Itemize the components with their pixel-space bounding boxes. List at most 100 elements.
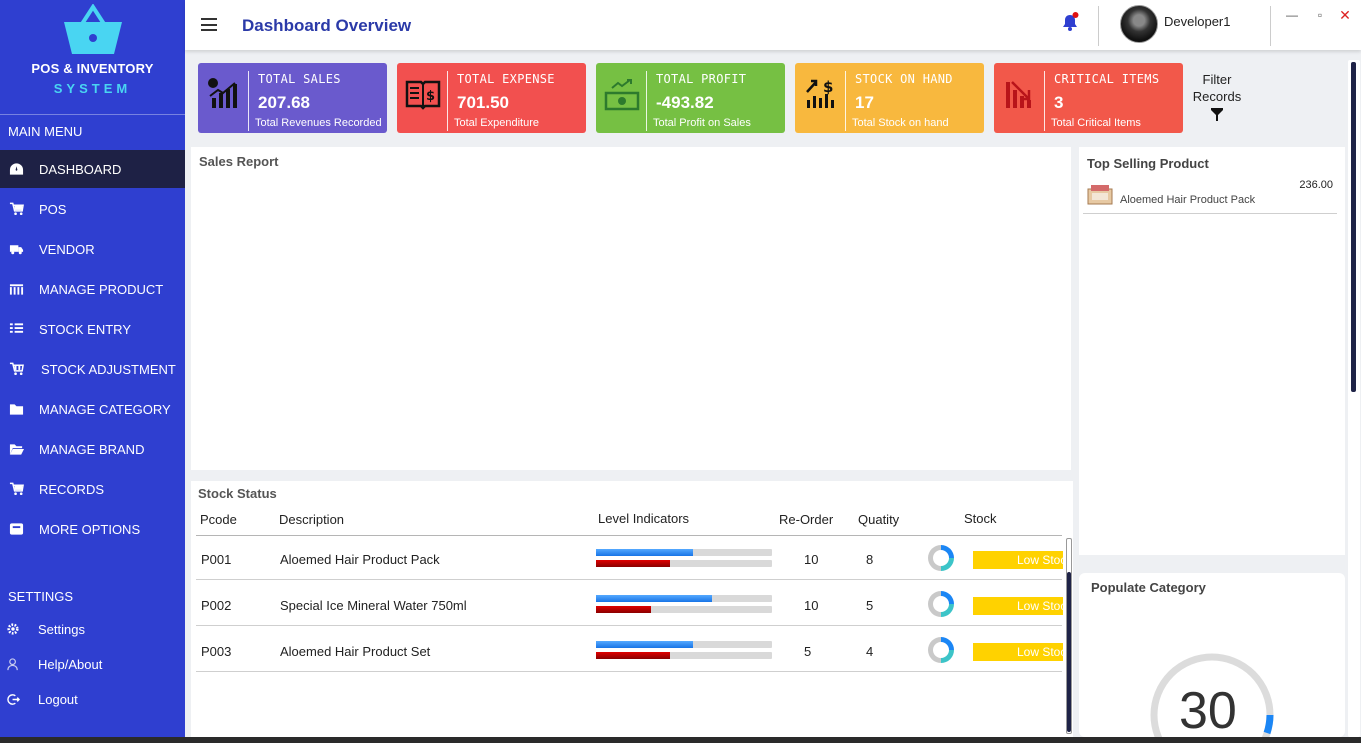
card-total-sales[interactable]: TOTAL SALES 207.68 Total Revenues Record… — [198, 63, 387, 133]
description-cell: Special Ice Mineral Water 750ml — [280, 598, 467, 613]
column-header[interactable]: Quatity — [858, 512, 899, 527]
level-bar-red — [596, 652, 772, 659]
options-icon — [8, 522, 24, 536]
table-row[interactable]: P001 Aloemed Hair Product Pack 10 8 Low Stoc… — [196, 536, 1063, 580]
header-divider — [1270, 6, 1271, 46]
top-selling-title: Top Selling Product — [1087, 156, 1209, 171]
description-cell: Aloemed Hair Product Set — [280, 644, 431, 659]
user-name[interactable]: Developer1 — [1164, 14, 1231, 29]
sidebar-item-dashboard[interactable]: DASHBOARD — [0, 150, 185, 188]
sidebar-item-manage-product[interactable]: MANAGE PRODUCT — [0, 270, 185, 308]
level-bar-red — [596, 560, 772, 567]
sidebar-item-pos[interactable]: POS — [0, 190, 185, 228]
minimize-icon[interactable]: — — [1285, 8, 1299, 22]
column-header[interactable]: Description — [279, 512, 344, 527]
help-icon — [6, 657, 20, 671]
avatar[interactable] — [1120, 5, 1158, 43]
stock-badge: Low Stock — [973, 597, 1063, 615]
product-thumbnail-icon — [1087, 185, 1113, 205]
level-bar-blue — [596, 595, 772, 602]
cart-adjust-icon — [8, 362, 24, 376]
book-dollar-icon: $ — [405, 80, 441, 110]
sidebar-item-vendor[interactable]: VENDOR — [0, 230, 185, 268]
card-total-profit[interactable]: TOTAL PROFIT -493.82 Total Profit on Sal… — [596, 63, 785, 133]
card-label: STOCK ON HAND — [855, 72, 953, 86]
settings-section-label: SETTINGS — [8, 589, 74, 604]
svg-text:$: $ — [823, 78, 833, 96]
sidebar-item-more-options[interactable]: MORE OPTIONS — [0, 510, 185, 548]
reorder-cell: 10 — [804, 598, 819, 613]
stock-badge: Low Stock — [973, 643, 1063, 661]
pcode-cell: P001 — [201, 552, 232, 567]
maximize-icon[interactable]: ▫ — [1313, 8, 1327, 22]
level-fill-blue — [596, 549, 693, 556]
table-row[interactable]: P003 Aloemed Hair Product Set 5 4 Low Stock — [196, 628, 1063, 672]
card-subtext: Total Profit on Sales — [653, 117, 751, 129]
card-divider — [1044, 71, 1045, 131]
folder-icon — [8, 402, 24, 416]
card-value: 701.50 — [457, 93, 509, 112]
sidebar-item-stock-entry[interactable]: STOCK ENTRY — [0, 310, 185, 348]
sidebar-item-logout[interactable]: Logout — [0, 684, 185, 714]
gear-icon — [6, 622, 20, 636]
sidebar-item-label: Help/About — [38, 656, 103, 672]
column-header[interactable]: Stock — [964, 511, 997, 526]
sidebar-item-help[interactable]: Help/About — [0, 649, 185, 679]
stock-status-title: Stock Status — [198, 486, 277, 501]
app-title: POS & INVENTORY — [31, 61, 154, 76]
pcode-cell: P003 — [201, 644, 232, 659]
sidebar-item-manage-brand[interactable]: MANAGE BRAND — [0, 430, 185, 468]
filter-records-button[interactable]: Filter Records — [1185, 71, 1249, 127]
sidebar-item-settings[interactable]: Settings — [0, 614, 185, 644]
level-fill-blue — [596, 641, 693, 648]
sidebar-item-label: Logout — [38, 691, 78, 707]
populate-category-title: Populate Category — [1091, 580, 1206, 595]
menu-toggle-icon[interactable] — [201, 18, 217, 31]
sidebar-item-label: MANAGE BRAND — [39, 441, 145, 457]
reorder-cell: 10 — [804, 552, 819, 567]
svg-text:$: $ — [426, 89, 435, 104]
table-scrollbar-thumb[interactable] — [1067, 572, 1071, 732]
column-header[interactable]: Pcode — [200, 512, 237, 527]
sidebar-item-manage-category[interactable]: MANAGE CATEGORY — [0, 390, 185, 428]
card-label: CRITICAL ITEMS — [1054, 72, 1160, 86]
level-fill-red — [596, 606, 651, 613]
basket-logo-icon — [64, 4, 122, 54]
sidebar-item-label: STOCK ENTRY — [39, 321, 131, 337]
main-menu-label: MAIN MENU — [8, 124, 83, 139]
sidebar-item-records[interactable]: RECORDS — [0, 470, 185, 508]
folder-open-icon — [8, 442, 24, 456]
chart-down-icon — [1006, 81, 1031, 108]
barcode-icon — [8, 282, 24, 296]
sidebar-item-label: MORE OPTIONS — [39, 521, 141, 537]
card-subtext: Total Stock on hand — [852, 117, 949, 129]
notification-bell-icon[interactable] — [1061, 12, 1079, 32]
card-value: 17 — [855, 93, 874, 112]
quantity-cell: 5 — [866, 598, 874, 613]
card-total-expense[interactable]: $ TOTAL EXPENSE 701.50 Total Expenditure — [397, 63, 586, 133]
table-row[interactable]: P002 Special Ice Mineral Water 750ml 10 5 Lo… — [196, 582, 1063, 626]
money-growth-icon — [604, 79, 640, 111]
sidebar-item-stock-adjustment[interactable]: STOCK ADJUSTMENT — [0, 350, 185, 388]
level-bar-blue — [596, 549, 772, 556]
column-header[interactable]: Re-Order — [779, 512, 833, 527]
top-selling-panel: Top Selling Product Aloemed Hair Product… — [1079, 147, 1345, 555]
card-label: TOTAL SALES — [258, 72, 341, 86]
close-icon[interactable]: ✕ — [1338, 8, 1352, 22]
card-label: TOTAL PROFIT — [656, 72, 747, 86]
card-critical-items[interactable]: CRITICAL ITEMS 3 Total Critical Items — [994, 63, 1183, 133]
logo-area: POS & INVENTORY SYSTEM — [0, 0, 185, 115]
card-subtext: Total Critical Items — [1051, 117, 1141, 129]
populate-category-panel: Populate Category 30 — [1079, 573, 1345, 737]
dollar-growth-icon: $ — [806, 78, 834, 108]
card-stock-on-hand[interactable]: $ STOCK ON HAND 17 Total Stock on hand — [795, 63, 984, 133]
page-title: Dashboard Overview — [242, 16, 412, 35]
column-header[interactable]: Level Indicators — [598, 511, 689, 526]
sales-report-panel: Sales Report — [191, 147, 1071, 470]
card-value: -493.82 — [656, 93, 714, 112]
list-item[interactable]: Aloemed Hair Product Pack 236.00 — [1083, 177, 1337, 214]
level-fill-red — [596, 560, 670, 567]
dashboard-icon — [8, 162, 24, 176]
page-scrollbar-thumb[interactable] — [1351, 62, 1356, 392]
top-header: Dashboard Overview Developer1 — ▫ ✕ — [185, 0, 1361, 50]
